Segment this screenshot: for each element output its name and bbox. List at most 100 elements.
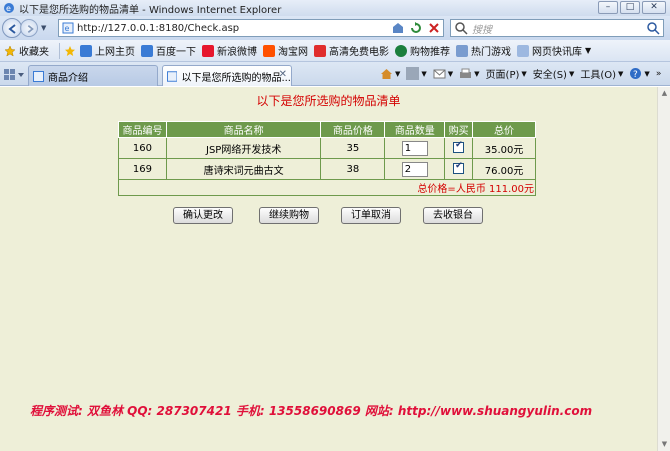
confirm-changes-button[interactable]: 确认更改 [173, 207, 233, 224]
quantity-input[interactable]: 2 [401, 161, 428, 177]
table-row: 169 唐诗宋词元曲古文 38 2 76.00元 [118, 158, 536, 180]
movie-icon [314, 44, 326, 57]
quantity-cell: 1 [384, 137, 446, 159]
add-favorite-icon[interactable] [64, 45, 76, 57]
fav-item-shopping[interactable]: 购物推荐 [395, 43, 450, 58]
back-button[interactable] [2, 18, 22, 38]
help-icon: ? [630, 68, 642, 80]
action-buttons: 确认更改 继续购物 订单取消 去收银台 [0, 207, 657, 225]
cancel-order-button[interactable]: 订单取消 [341, 207, 401, 224]
row-total: 35.00元 [472, 137, 536, 159]
page-icon [456, 44, 468, 57]
safety-menu-label: 安全(S) [532, 70, 567, 81]
checkout-button[interactable]: 去收银台 [423, 207, 483, 224]
product-name: 唐诗宋词元曲古文 [165, 158, 322, 180]
grand-total: 总价格=人民币 111.00元 [118, 179, 536, 196]
fav-label: 高清免费电影 [329, 47, 389, 58]
product-price: 35 [320, 137, 386, 159]
search-engine-icon [455, 22, 468, 35]
mail-icon [433, 69, 446, 79]
page-menu[interactable]: 页面(P) ▼ [485, 66, 527, 82]
fav-item-taobao[interactable]: 淘宝网 [263, 43, 308, 58]
favorites-button[interactable]: 收藏夹 [4, 43, 49, 58]
forward-button[interactable] [20, 19, 38, 37]
mail-button[interactable]: ▼ [433, 67, 453, 80]
webslice-icon [517, 44, 529, 57]
tab-label: 商品介绍 [48, 72, 88, 84]
weibo-icon [202, 44, 214, 57]
search-box[interactable]: 搜搜 [450, 19, 664, 37]
fav-label: 购物推荐 [410, 47, 450, 58]
refresh-icon[interactable] [409, 21, 423, 35]
command-bar: ▼ ▼ ▼ ▼ 页面(P) ▼ 安全(S) ▼ 工具(O) ▼ ? ▼ » [380, 66, 667, 81]
chevron-more-icon[interactable]: » [656, 69, 662, 79]
fav-item-movies[interactable]: 高清免费电影 [314, 43, 389, 58]
fav-item-home[interactable]: 上网主页 [80, 43, 135, 58]
forward-arrow-icon [27, 25, 34, 33]
column-header: 购买 [444, 121, 474, 138]
print-button[interactable]: ▼ [459, 67, 480, 80]
back-arrow-icon [8, 24, 16, 34]
address-url[interactable]: http://127.0.0.1:8180/Check.asp [77, 23, 239, 34]
history-dropdown-icon[interactable]: ▼ [41, 24, 46, 32]
quick-tabs-icon[interactable] [3, 68, 25, 82]
star-icon [4, 44, 16, 57]
buy-checkbox[interactable] [453, 140, 465, 154]
tools-menu-label: 工具(O) [580, 70, 617, 81]
tab-cart[interactable]: 以下是您所选购的物品... ✕ [162, 65, 292, 86]
column-header: 商品价格 [320, 121, 386, 138]
rss-icon [406, 67, 420, 80]
tools-menu[interactable]: 工具(O) ▼ [580, 66, 623, 82]
fav-label: 淘宝网 [278, 47, 308, 58]
fav-item-webslices[interactable]: 网页快讯库 ▼ [517, 43, 591, 58]
buy-cell [444, 158, 474, 180]
column-header: 总价 [472, 121, 536, 138]
quantity-input[interactable]: 1 [401, 140, 428, 156]
scroll-up-icon[interactable]: ▲ [659, 88, 670, 99]
maximize-button[interactable]: □ [620, 1, 640, 14]
printer-icon [460, 68, 472, 78]
fav-item-games[interactable]: 热门游戏 [456, 43, 511, 58]
page-menu-label: 页面(P) [485, 70, 520, 81]
stop-icon[interactable] [427, 21, 441, 35]
ie-page-icon [80, 44, 92, 57]
chevron-down-icon: ▼ [585, 46, 592, 55]
search-go-icon[interactable] [646, 21, 660, 35]
tab-bar: 商品介绍 以下是您所选购的物品... ✕ ▼ ▼ ▼ ▼ 页面(P) ▼ 安全(S… [0, 62, 670, 86]
close-tab-icon[interactable]: ✕ [279, 69, 287, 80]
column-header: 商品数量 [384, 121, 446, 138]
feeds-button[interactable]: ▼ [406, 67, 427, 80]
ie-page-icon [33, 70, 44, 82]
favorites-bar: 收藏夹 上网主页 百度一下 新浪微博 淘宝网 高清免费电影 购物推荐 热门游戏 … [0, 40, 670, 62]
page-icon: e [62, 22, 74, 34]
table-header-row: 商品编号 商品名称 商品价格 商品数量 购买 总价 [118, 121, 536, 138]
globe-icon [395, 44, 407, 57]
address-bar[interactable]: e http://127.0.0.1:8180/Check.asp [58, 19, 444, 37]
help-button[interactable]: ? ▼ [629, 67, 650, 80]
continue-shopping-button[interactable]: 继续购物 [259, 207, 319, 224]
buy-cell [444, 137, 474, 159]
svg-text:?: ? [633, 70, 638, 80]
minimize-button[interactable]: – [598, 1, 618, 14]
svg-text:e: e [65, 24, 70, 33]
tab-product-intro[interactable]: 商品介绍 [28, 65, 158, 86]
search-placeholder[interactable]: 搜搜 [472, 21, 492, 36]
scroll-down-icon[interactable]: ▼ [659, 439, 670, 450]
fav-label: 热门游戏 [471, 47, 511, 58]
window-titlebar: e 以下是您所选购的物品清单 - Windows Internet Explor… [0, 0, 670, 16]
safety-menu[interactable]: 安全(S) ▼ [532, 66, 575, 82]
svg-text:e: e [6, 4, 11, 13]
summary-row: 总价格=人民币 111.00元 [118, 179, 536, 196]
compatibility-icon[interactable] [391, 21, 405, 35]
fav-item-weibo[interactable]: 新浪微博 [202, 43, 257, 58]
home-button[interactable]: ▼ [380, 67, 400, 80]
fav-label: 新浪微博 [217, 47, 257, 58]
cart-table: 商品编号 商品名称 商品价格 商品数量 购买 总价 160 JSP网络开发技术 … [118, 121, 536, 196]
close-button[interactable]: ✕ [642, 1, 666, 14]
buy-checkbox[interactable] [453, 161, 465, 175]
product-id: 160 [118, 137, 167, 159]
home-icon [381, 69, 392, 79]
vertical-scrollbar[interactable]: ▲ ▼ [657, 87, 670, 451]
fav-item-baidu[interactable]: 百度一下 [141, 43, 196, 58]
favorites-label: 收藏夹 [19, 47, 49, 58]
